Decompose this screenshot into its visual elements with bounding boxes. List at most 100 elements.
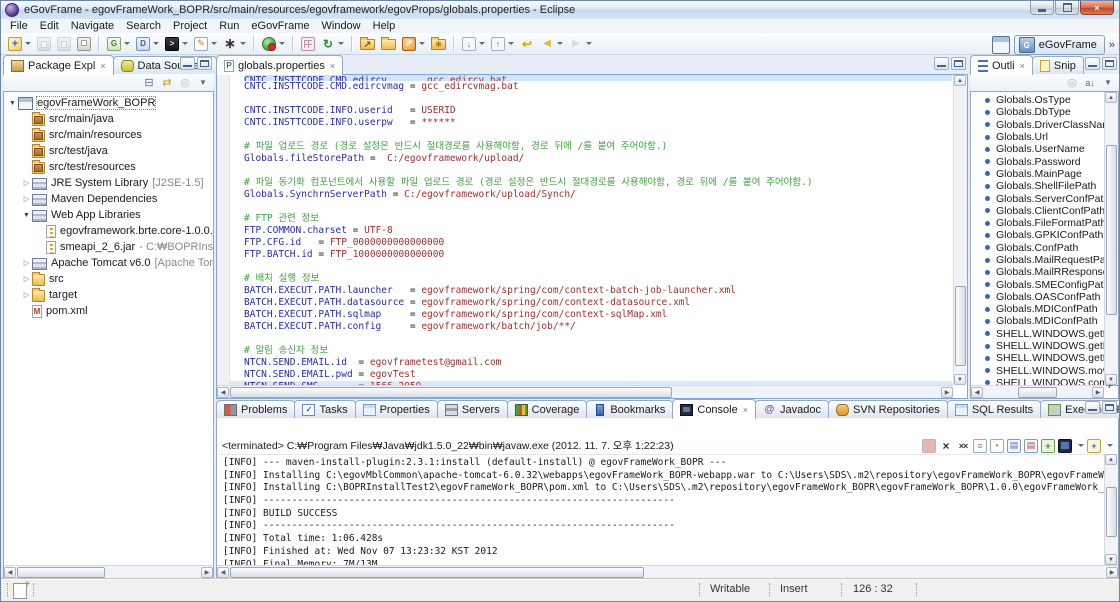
outline-hscrollbar[interactable]: ◀ ▶ <box>971 385 1104 398</box>
code-line[interactable]: Globals.fileStorePath = C:/egovframework… <box>244 153 952 165</box>
back-button[interactable] <box>538 35 565 53</box>
export-folder-button[interactable] <box>429 35 448 53</box>
console-tab-tasks[interactable]: Tasks <box>294 400 355 418</box>
code-line[interactable]: # 알림 송신자 정보 <box>244 345 952 357</box>
outline-item[interactable]: SHELL.WINDOWS.moveD <box>971 365 1118 377</box>
open-folder-button[interactable] <box>358 35 377 53</box>
code-line[interactable] <box>244 129 952 141</box>
perspective-egovframe-button[interactable]: eGovFrame <box>1014 35 1105 55</box>
open-console-icon[interactable] <box>1087 439 1101 453</box>
code-line[interactable] <box>244 333 952 345</box>
minimize-panel-button[interactable] <box>1085 57 1100 70</box>
outline-item[interactable]: Globals.OASConfPath <box>971 291 1118 303</box>
show-on-stdout-icon[interactable] <box>1007 439 1021 453</box>
scroll-lock-icon[interactable] <box>990 439 1004 453</box>
outline-item[interactable]: Globals.OsType <box>971 94 1118 106</box>
terminate-icon[interactable] <box>922 439 936 453</box>
code-line[interactable]: FTP.BATCH.id = FTP_1000000000000000 <box>244 249 952 261</box>
outline-item[interactable]: Globals.DriverClassName <box>971 119 1118 131</box>
egov-new-project-button[interactable] <box>105 35 132 53</box>
console-tab-bookmarks[interactable]: Bookmarks <box>586 400 673 418</box>
outline-item[interactable]: Globals.ConfPath <box>971 242 1118 254</box>
outline-item[interactable]: Globals.FileFormatPath <box>971 217 1118 229</box>
outline-item[interactable]: Globals.ServerConfPath <box>971 192 1118 204</box>
code-line[interactable]: BATCH.EXECUT.PATH.config = egovframework… <box>244 321 952 333</box>
console-tab-javadoc[interactable]: Javadoc <box>755 400 829 418</box>
collapsed-arrow-icon[interactable]: ▷ <box>21 275 32 283</box>
open-perspective-button[interactable] <box>992 36 1010 54</box>
restore-window-button[interactable] <box>1055 1 1079 15</box>
close-tab-icon[interactable]: × <box>100 61 105 71</box>
import-folder-button[interactable] <box>379 35 398 53</box>
tree-item[interactable]: ▷pom.xml <box>4 303 213 319</box>
tree-item[interactable]: ▷egovframework.brte.core-1.0.0.jar- C:₩ <box>4 223 213 239</box>
minimize-window-button[interactable] <box>1030 1 1054 15</box>
expanded-arrow-icon[interactable]: ▼ <box>7 100 18 107</box>
editor-text-area[interactable]: CNTC.INSTTCODE.CMD.edircv. gcc_edircv.ba… <box>230 75 952 385</box>
save-all-button[interactable] <box>55 35 73 53</box>
code-line[interactable] <box>244 165 952 177</box>
close-window-button[interactable]: × <box>1080 1 1114 15</box>
code-line[interactable]: CNTC.INSTTCODE.INFO.userpw = ****** <box>244 117 952 129</box>
run-external-tools-button[interactable] <box>260 35 287 53</box>
maximize-editor-button[interactable] <box>951 57 966 70</box>
last-edit-location-button[interactable] <box>518 35 536 53</box>
tree-item[interactable]: ▷Maven Dependencies <box>4 191 213 207</box>
editor-vscrollbar[interactable]: ▲ ▼ <box>953 75 967 385</box>
menu-navigate[interactable]: Navigate <box>65 19 120 33</box>
outline-item[interactable]: Globals.MDIConfPath <box>971 303 1118 315</box>
tree-item[interactable]: ▷target <box>4 287 213 303</box>
menu-egovframe[interactable]: eGovFrame <box>245 19 315 33</box>
tree-item[interactable]: ▷JRE System Library[J2SE-1.5] <box>4 175 213 191</box>
minimize-editor-button[interactable] <box>934 57 949 70</box>
code-line[interactable]: FTP.COMMON.charset = UTF-8 <box>244 225 952 237</box>
outline-tab-snip[interactable]: Snip <box>1032 56 1084 74</box>
console-tab-servers[interactable]: Servers <box>437 400 508 418</box>
close-tab-icon[interactable]: × <box>743 405 748 415</box>
view-menu-icon[interactable]: ▼ <box>1101 78 1115 87</box>
collapsed-arrow-icon[interactable]: ▷ <box>21 291 32 299</box>
code-line[interactable] <box>244 201 952 213</box>
menu-search[interactable]: Search <box>120 19 167 33</box>
console-vscrollbar[interactable]: ▲ ▼ <box>1104 454 1118 565</box>
outline-item[interactable]: Globals.MailRequestPath <box>971 254 1118 266</box>
outline-item[interactable]: Globals.Password <box>971 155 1118 167</box>
terminal-tools-button[interactable] <box>163 35 190 53</box>
outline-item[interactable]: Globals.ShellFilePath <box>971 180 1118 192</box>
console-tab-properties[interactable]: Properties <box>355 400 438 418</box>
close-tab-icon[interactable]: × <box>1020 61 1025 71</box>
code-line[interactable] <box>244 93 952 105</box>
expanded-arrow-icon[interactable]: ▼ <box>21 212 32 219</box>
code-line[interactable]: NTCN.SEND.EMAIL.id = egovframetest@gmail… <box>244 357 952 369</box>
title-bar[interactable]: eGovFrame - egovFrameWork_BOPR/src/main/… <box>1 1 1119 20</box>
code-line[interactable]: BATCH.EXECUT.PATH.datasource = egovframe… <box>244 297 952 309</box>
tree-item[interactable]: ▷src/main/resources <box>4 127 213 143</box>
show-on-stderr-icon[interactable] <box>1024 439 1038 453</box>
outline-item[interactable]: Globals.MDIConfPath <box>971 315 1118 327</box>
tree-item[interactable]: ▷src/test/resources <box>4 159 213 175</box>
tree-item[interactable]: ▼egovFrameWork_BOPR <box>4 95 213 111</box>
table-grid-button[interactable] <box>299 35 317 53</box>
pin-console-icon[interactable] <box>1041 439 1055 453</box>
link-with-editor-icon[interactable]: ⇄ <box>160 76 174 89</box>
egov-generation-button[interactable] <box>134 35 161 53</box>
code-line[interactable]: # FTP 관련 정보 <box>244 213 952 225</box>
console-tab-problems[interactable]: Problems <box>216 400 295 418</box>
tree-item[interactable]: ▷src <box>4 271 213 287</box>
code-line[interactable]: # 파일 동기화 컴포넌트에서 사용할 파일 업로드 경로 (경로 설정은 반드… <box>244 177 952 189</box>
sort-icon[interactable]: a↓ <box>1083 78 1097 88</box>
console-hscrollbar[interactable]: ◀ ▶ <box>217 565 1118 578</box>
console-tab-coverage[interactable]: Coverage <box>507 400 588 418</box>
perspective-overflow-chevron[interactable]: » <box>1109 39 1115 51</box>
menu-edit[interactable]: Edit <box>34 19 65 33</box>
outline-item[interactable]: Globals.DbType <box>971 106 1118 118</box>
display-selected-console-icon[interactable] <box>1058 439 1072 453</box>
outline-item[interactable]: Globals.SMEConfigPath <box>971 278 1118 290</box>
menu-help[interactable]: Help <box>367 19 402 33</box>
collapsed-arrow-icon[interactable]: ▷ <box>21 179 32 187</box>
code-line[interactable]: # 배치 실행 정보 <box>244 273 952 285</box>
maximize-panel-button[interactable] <box>1102 57 1117 70</box>
package-explorer-tab-package-expl[interactable]: Package Expl× <box>3 55 114 75</box>
code-line[interactable]: BATCH.EXECUT.PATH.launcher = egovframewo… <box>244 285 952 297</box>
outline-item[interactable]: Globals.UserName <box>971 143 1118 155</box>
